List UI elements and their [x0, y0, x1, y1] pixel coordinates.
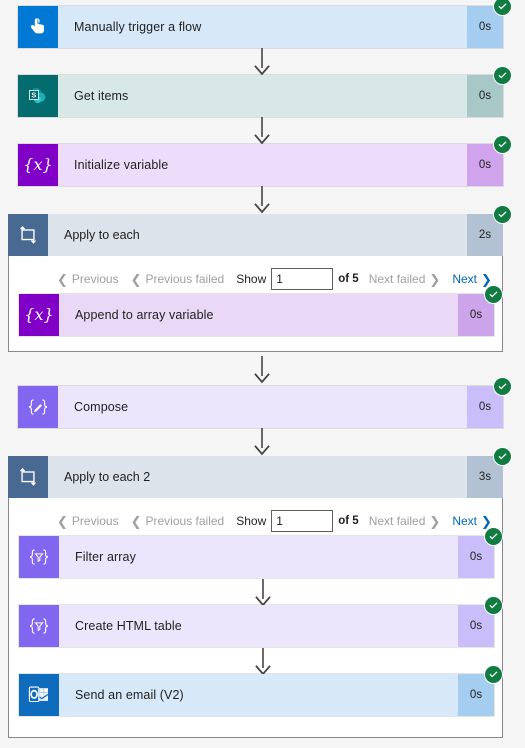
- chevron-right-icon: ❯: [481, 513, 492, 529]
- next-failed-button[interactable]: Next failed ❯: [369, 514, 441, 528]
- status-badge-succeeded: [484, 665, 503, 684]
- status-badge-succeeded: [493, 447, 512, 466]
- total-pages-label: of 5: [338, 273, 359, 285]
- step-card-create-html-table[interactable]: Create HTML table 0s: [19, 596, 503, 647]
- connector-arrow: [252, 648, 274, 676]
- step-card-initialize-variable[interactable]: {x} Initialize variable 0s: [18, 135, 512, 186]
- status-badge-succeeded: [484, 527, 503, 546]
- previous-failed-label: Previous failed: [145, 514, 225, 528]
- connector-arrow: [251, 428, 273, 456]
- next-button[interactable]: Next ❯: [452, 272, 492, 286]
- iteration-number-input[interactable]: [271, 268, 334, 290]
- loop-foreach-icon: [8, 456, 48, 498]
- next-failed-label: Next failed: [368, 514, 426, 528]
- connector-arrow: [252, 579, 274, 607]
- step-card-apply-to-each-2[interactable]: Apply to each 2 3s: [8, 447, 512, 498]
- show-label: Show: [236, 272, 267, 286]
- chevron-left-icon: ❮: [130, 271, 142, 287]
- iteration-pager: ❮ Previous ❮ Previous failed Show of 5 N…: [57, 267, 504, 291]
- step-title: Get items: [58, 75, 467, 117]
- variable-braces-x-icon: {x}: [18, 144, 58, 186]
- previous-failed-button[interactable]: ❮ Previous failed: [131, 514, 225, 528]
- previous-button[interactable]: ❮ Previous: [57, 272, 119, 286]
- next-button[interactable]: Next ❯: [452, 514, 492, 528]
- status-badge-succeeded: [493, 205, 512, 224]
- chevron-right-icon: ❯: [481, 271, 492, 287]
- previous-failed-label: Previous failed: [145, 272, 225, 286]
- outlook-icon: [19, 674, 59, 716]
- step-card-send-an-email-v2[interactable]: Send an email (V2) 0s: [19, 665, 503, 716]
- scope-container-apply-to-each: Apply to each 2s ❮ Previous ❮ Previous f…: [8, 205, 512, 352]
- chevron-right-icon: ❯: [429, 271, 441, 287]
- step-title: Append to array variable: [59, 294, 458, 336]
- status-badge-succeeded: [493, 0, 512, 16]
- connector-arrow: [251, 117, 273, 145]
- status-badge-succeeded: [484, 596, 503, 615]
- step-title: Send an email (V2): [59, 674, 458, 716]
- chevron-left-icon: ❮: [57, 513, 68, 529]
- previous-failed-button[interactable]: ❮ Previous failed: [131, 272, 225, 286]
- filter-funnel-icon: [19, 536, 59, 578]
- iteration-pager: ❮ Previous ❮ Previous failed Show of 5 N…: [57, 509, 504, 533]
- status-badge-succeeded: [493, 135, 512, 154]
- step-card-filter-array[interactable]: Filter array 0s: [19, 527, 503, 578]
- next-failed-button[interactable]: Next failed ❯: [369, 272, 441, 286]
- step-title: Initialize variable: [58, 144, 467, 186]
- step-title: Apply to each: [48, 214, 467, 256]
- total-pages-label: of 5: [338, 515, 359, 527]
- step-card-apply-to-each[interactable]: Apply to each 2s: [8, 205, 512, 256]
- next-label: Next: [452, 272, 477, 286]
- status-badge-succeeded: [493, 377, 512, 396]
- scope-container-apply-to-each-2: Apply to each 2 3s ❮ Previous ❮ Previous…: [8, 447, 512, 738]
- step-card-get-items[interactable]: S Get items 0s: [18, 66, 512, 117]
- next-failed-label: Next failed: [368, 272, 426, 286]
- svg-text:S: S: [31, 90, 36, 99]
- previous-label: Previous: [71, 514, 119, 528]
- step-title: Create HTML table: [59, 605, 458, 647]
- connector-arrow: [251, 48, 273, 76]
- chevron-right-icon: ❯: [429, 513, 441, 529]
- chevron-left-icon: ❮: [130, 513, 142, 529]
- next-label: Next: [452, 514, 477, 528]
- status-badge-succeeded: [484, 285, 503, 304]
- previous-label: Previous: [71, 272, 119, 286]
- connector-arrow: [251, 356, 273, 384]
- filter-funnel-icon: [19, 605, 59, 647]
- step-title: Filter array: [59, 536, 458, 578]
- step-title: Apply to each 2: [48, 456, 467, 498]
- step-title: Manually trigger a flow: [58, 6, 467, 48]
- step-card-append-to-array-variable[interactable]: {x} Append to array variable 0s: [19, 285, 503, 336]
- step-title: Compose: [58, 386, 467, 428]
- connector-arrow: [251, 186, 273, 214]
- step-card-compose[interactable]: Compose 0s: [18, 377, 512, 428]
- step-card-manually-trigger-a-flow[interactable]: Manually trigger a flow 0s: [18, 0, 512, 48]
- sharepoint-icon: S: [18, 75, 58, 117]
- iteration-number-input[interactable]: [271, 510, 334, 532]
- status-badge-succeeded: [493, 66, 512, 85]
- previous-button[interactable]: ❮ Previous: [57, 514, 119, 528]
- tap-hand-icon: [18, 6, 58, 48]
- show-label: Show: [236, 514, 267, 528]
- chevron-left-icon: ❮: [57, 271, 68, 287]
- compose-pencil-icon: [18, 386, 58, 428]
- loop-foreach-icon: [8, 214, 48, 256]
- variable-braces-x-icon: {x}: [19, 294, 59, 336]
- flow-run-canvas: Manually trigger a flow 0s S Get items 0…: [0, 0, 525, 748]
